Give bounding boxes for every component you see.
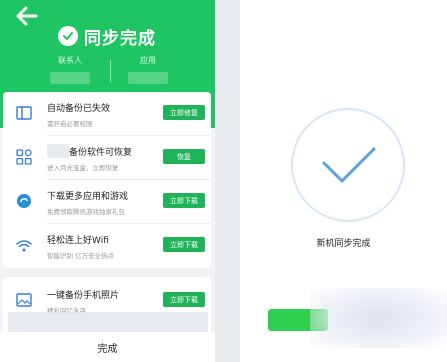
item-subtitle: 需开启必要权限 [47,120,93,128]
item-title: 自动备份已失效 [47,104,111,114]
list-item[interactable]: 下载更多应用和游戏 免费领取腾讯游戏独家礼包 立即下载 [3,180,211,224]
blurred-redaction [8,312,208,332]
app-store-icon [17,194,31,208]
success-message: 新机同步完成 [316,239,371,249]
wifi-icon [16,240,32,252]
blurred-redaction [310,288,447,348]
list-item[interactable]: 自动备份已失效 需开启必要权限 立即修复 [3,92,211,136]
item-title: 一键备份手机照片 [47,291,120,301]
stat-value-blurred [50,72,90,84]
item-title: 备份软件可恢复 [69,148,133,158]
stat-label: 联系人 [58,56,82,65]
apps-grid-icon [16,149,32,165]
list-item[interactable]: 备份软件可恢复 进入月光宝盒，立即恢复 恢复 [3,136,211,180]
photo-icon [16,293,32,307]
item-title: 轻松连上好Wifi [47,236,109,246]
stat-value-blurred [128,72,168,84]
done-button[interactable]: 完成 [0,332,215,362]
list-item[interactable]: 轻松连上好Wifi 智能识别 亿万安全热点 立即下载 [3,224,211,268]
sync-result-screen: 同步完成 联系人 应用 自动备份已失效 需开启必要权限 立即修复 备份软件可恢复… [0,0,215,362]
fix-now-button[interactable]: 立即修复 [163,105,205,120]
download-now-button[interactable]: 立即下载 [163,237,205,252]
item-subtitle: 免费领取腾讯游戏独家礼包 [47,208,125,216]
back-arrow-icon[interactable] [14,4,40,28]
check-circle-icon [58,26,78,46]
backup-book-icon [16,106,32,120]
blurred-redaction [47,144,69,158]
stat-label: 应用 [140,56,156,65]
new-device-sync-screen: 新机同步完成 [240,0,447,362]
item-subtitle: 进入月光宝盒，立即恢复 [47,164,119,172]
download-now-button[interactable]: 立即下载 [163,292,205,307]
page-title-row: 同步完成 [58,22,156,50]
item-title: 下载更多应用和游戏 [47,192,129,202]
stat-apps: 应用 [118,55,178,84]
download-now-button[interactable]: 立即下载 [163,193,205,208]
success-check-icon [291,108,405,222]
stat-contacts: 联系人 [40,55,100,84]
restore-button[interactable]: 恢复 [163,149,205,164]
divider [110,60,111,82]
item-subtitle: 智能识别 亿万安全热点 [47,252,115,260]
page-title: 同步完成 [84,28,156,49]
suggestion-card: 自动备份已失效 需开启必要权限 立即修复 备份软件可恢复 进入月光宝盒，立即恢复… [3,92,211,268]
